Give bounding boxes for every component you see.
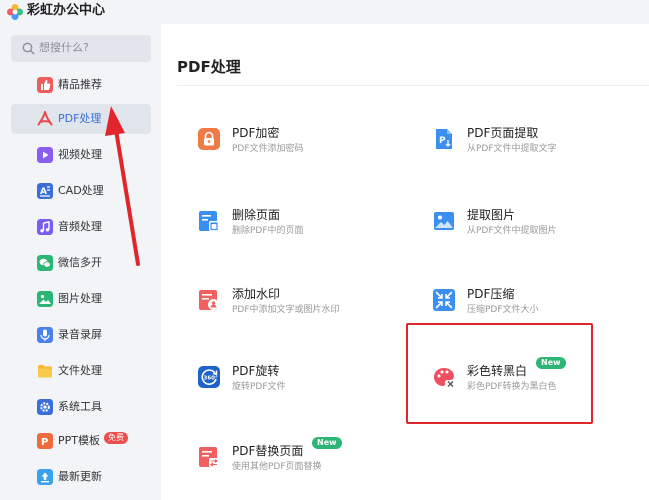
title-bar: 彩虹办公中心	[0, 0, 649, 24]
sidebar-item-image[interactable]: 图片处理	[11, 284, 151, 314]
image-icon	[37, 291, 53, 307]
sidebar-item-label: 系统工具	[58, 400, 102, 413]
sidebar-item-latest-updates[interactable]: 最新更新	[11, 462, 151, 492]
tool-name: 添加水印	[232, 287, 281, 301]
tool-name: PDF加密	[232, 126, 280, 140]
sidebar-item-label: PPT模板	[58, 434, 100, 447]
folder-icon	[38, 365, 52, 378]
svg-text:P: P	[41, 437, 48, 448]
red-arrow-annotation	[105, 106, 140, 266]
upload-icon	[37, 469, 53, 485]
tool-desc: 压缩PDF文件大小	[467, 305, 539, 315]
page-title: PDF处理	[177, 58, 241, 76]
sidebar-item-label: 图片处理	[58, 292, 102, 305]
extract-page-icon: P	[436, 129, 452, 149]
tool-delete-pages[interactable]: 删除页面 删除PDF中的页面	[198, 208, 398, 254]
extract-image-icon	[434, 212, 454, 230]
tool-pdf-encrypt[interactable]: PDF加密 PDF文件添加密码	[198, 126, 398, 172]
sidebar-item-label: 精品推荐	[58, 78, 102, 91]
tool-name: PDF旋转	[232, 364, 280, 378]
cad-icon: A	[37, 183, 53, 199]
pdf-icon	[37, 111, 53, 126]
music-icon	[37, 219, 53, 235]
tool-desc: 旋转PDF文件	[232, 382, 286, 392]
sidebar-item-files[interactable]: 文件处理	[11, 356, 151, 386]
tool-pdf-page-extract[interactable]: P PDF页面提取 从PDF文件中提取文字	[433, 126, 633, 172]
tool-desc: 从PDF文件中提取图片	[467, 226, 557, 236]
sidebar-item-label: 文件处理	[58, 364, 102, 377]
new-badge: New	[312, 437, 342, 449]
tool-desc: PDF中添加文字或图片水印	[232, 305, 340, 315]
sidebar-item-system-tools[interactable]: 系统工具	[11, 392, 151, 422]
delete-page-icon	[199, 211, 219, 231]
gear-icon	[37, 399, 53, 415]
tool-extract-images[interactable]: 提取图片 从PDF文件中提取图片	[433, 208, 633, 254]
microphone-icon	[37, 327, 53, 343]
tool-desc: 使用其他PDF页面替换	[232, 462, 322, 472]
sidebar-item-recording[interactable]: 录音录屏	[11, 320, 151, 350]
watermark-icon	[199, 290, 219, 310]
tool-pdf-replace-pages[interactable]: PDF替换页面 New 使用其他PDF页面替换	[198, 437, 398, 490]
tool-name: PDF替换页面	[232, 444, 304, 458]
sidebar-item-recommended[interactable]: 精品推荐	[11, 70, 151, 100]
free-badge: 免费	[104, 432, 128, 444]
sidebar-item-label: 录音录屏	[58, 328, 102, 341]
divider	[177, 85, 649, 86]
red-highlight-box	[406, 323, 593, 424]
replace-page-icon	[199, 447, 219, 467]
app-title: 彩虹办公中心	[27, 3, 106, 18]
tool-pdf-rotate[interactable]: 360° PDF旋转 旋转PDF文件	[198, 364, 398, 410]
thumbs-up-icon	[37, 77, 53, 93]
tool-desc: 从PDF文件中提取文字	[467, 144, 557, 154]
tool-desc: PDF文件添加密码	[232, 144, 304, 154]
sidebar-item-label: 最新更新	[58, 470, 102, 483]
search-placeholder: 想搜什么?	[39, 41, 89, 54]
compress-icon	[433, 289, 455, 311]
search-icon	[22, 42, 35, 55]
tool-name: 提取图片	[467, 208, 516, 222]
search-input[interactable]: 想搜什么?	[11, 35, 151, 62]
wechat-icon	[37, 255, 53, 271]
tool-name: PDF压缩	[467, 287, 515, 301]
svg-text:P: P	[439, 136, 446, 146]
ppt-icon: P	[37, 433, 53, 449]
tool-name: PDF页面提取	[467, 126, 539, 140]
tool-name: 删除页面	[232, 208, 281, 222]
rotate-icon: 360°	[198, 366, 220, 388]
lock-icon	[198, 128, 220, 150]
tool-desc: 删除PDF中的页面	[232, 226, 304, 236]
sidebar-item-ppt-templates[interactable]: P PPT模板 免费	[11, 426, 151, 456]
tool-add-watermark[interactable]: 添加水印 PDF中添加文字或图片水印	[198, 287, 398, 333]
svg-text:360°: 360°	[204, 376, 218, 382]
app-logo-icon	[7, 4, 23, 20]
main-panel: PDF处理 PDF加密 PDF文件添加密码 P PDF页面提取 从PDF文件中提…	[161, 24, 649, 500]
play-icon	[37, 147, 53, 163]
